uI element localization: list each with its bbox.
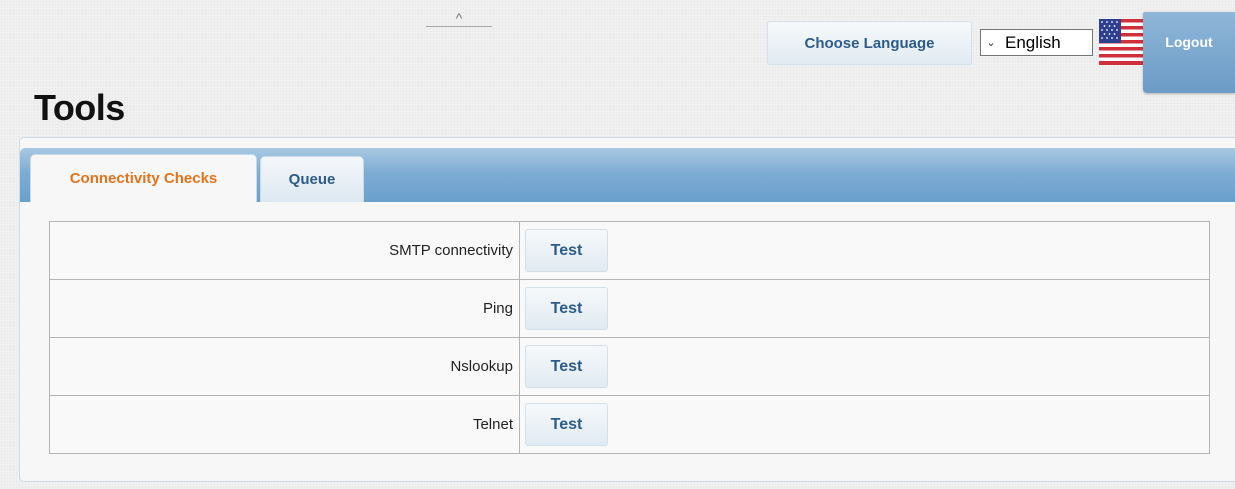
check-label-ping: Ping: [49, 279, 520, 338]
logout-button[interactable]: Logout: [1143, 12, 1235, 93]
table-row: SMTP connectivity Test: [49, 221, 1210, 280]
test-button-label: Test: [550, 241, 583, 259]
tab-bar: Connectivity Checks Queue: [20, 148, 1235, 202]
choose-language-label: Choose Language: [804, 34, 935, 52]
check-label-telnet: Telnet: [49, 395, 520, 454]
chevron-down-icon: ⌄: [986, 37, 996, 49]
logout-label: Logout: [1165, 33, 1213, 50]
tab-label: Queue: [288, 171, 336, 188]
test-button-label: Test: [550, 299, 583, 317]
language-select-value: English: [1005, 32, 1061, 52]
test-smtp-button[interactable]: Test: [525, 229, 608, 272]
tools-panel: Connectivity Checks Queue SMTP connectiv…: [19, 137, 1235, 482]
connectivity-checks-table: SMTP connectivity Test Ping Test Nslooku…: [49, 221, 1210, 454]
table-row: Telnet Test: [49, 395, 1210, 454]
tab-label: Connectivity Checks: [69, 170, 218, 187]
collapse-header-handle[interactable]: ^: [426, 10, 492, 27]
tab-connectivity-checks[interactable]: Connectivity Checks: [30, 154, 257, 202]
chevron-up-icon: ^: [455, 10, 463, 26]
choose-language-button[interactable]: Choose Language: [767, 21, 972, 65]
tab-queue[interactable]: Queue: [260, 156, 364, 202]
test-telnet-button[interactable]: Test: [525, 403, 608, 446]
table-row: Nslookup Test: [49, 337, 1210, 396]
test-nslookup-button[interactable]: Test: [525, 345, 608, 388]
table-row: Ping Test: [49, 279, 1210, 338]
us-flag-icon: [1099, 19, 1144, 65]
test-button-label: Test: [550, 357, 583, 375]
page-title: Tools: [34, 87, 125, 128]
check-label-smtp: SMTP connectivity: [49, 221, 520, 280]
test-ping-button[interactable]: Test: [525, 287, 608, 330]
check-label-nslookup: Nslookup: [49, 337, 520, 396]
language-select[interactable]: ⌄ English: [980, 29, 1093, 56]
test-button-label: Test: [550, 415, 583, 433]
